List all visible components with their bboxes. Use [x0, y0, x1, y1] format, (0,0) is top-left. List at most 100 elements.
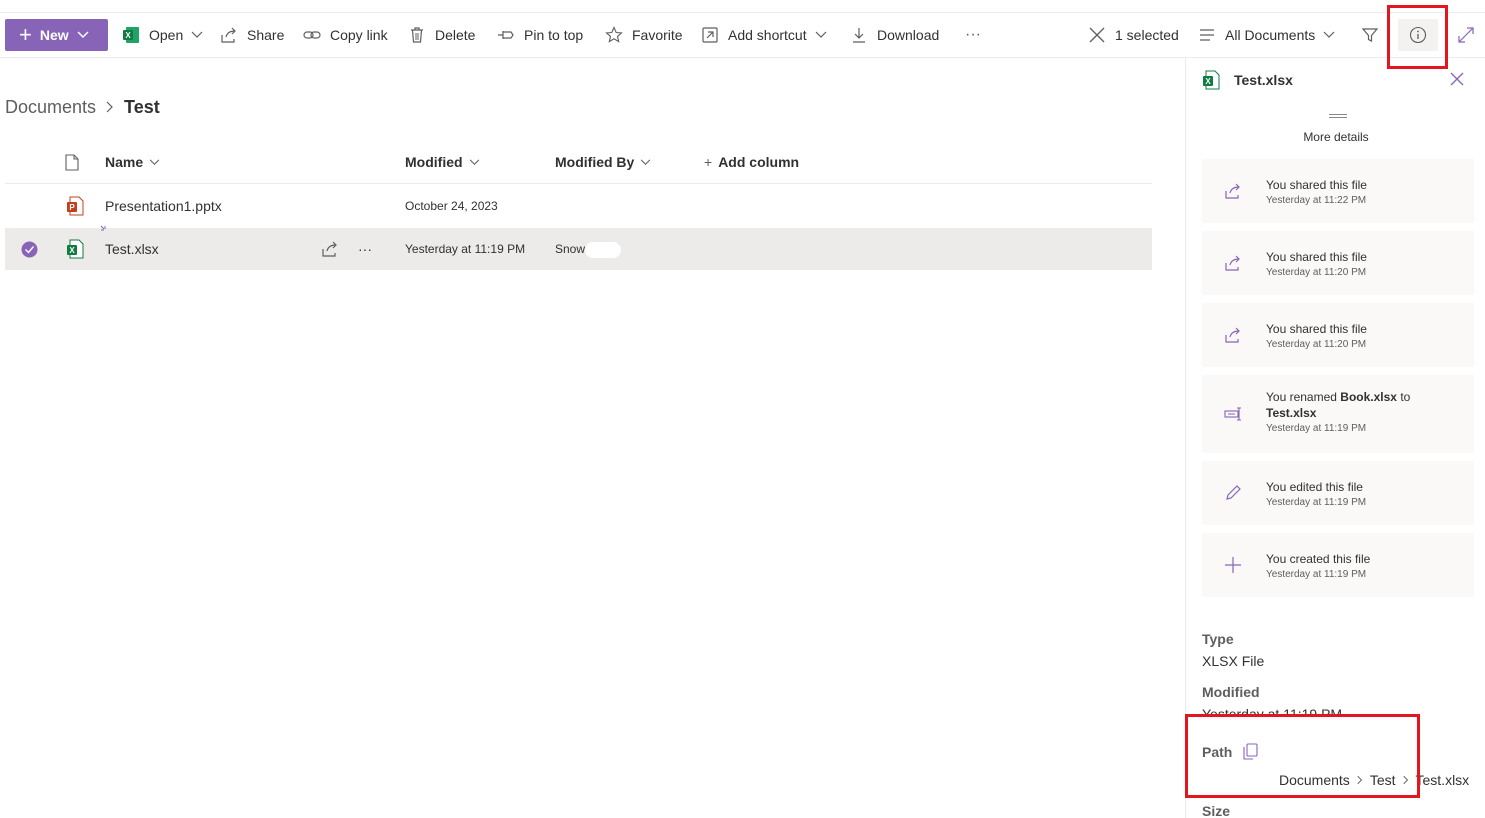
- resize-grip-icon[interactable]: [1329, 114, 1347, 118]
- path-segment: Test.xlsx: [1415, 772, 1470, 788]
- column-modified-label: Modified: [405, 154, 463, 170]
- command-bar: + New X Open Share Copy link Delete Pin …: [0, 12, 1485, 58]
- excel-icon: X: [1202, 70, 1220, 90]
- add-shortcut-button[interactable]: Add shortcut: [701, 13, 827, 57]
- more-label: ···: [965, 26, 981, 43]
- file-name[interactable]: Test.xlsx: [105, 228, 159, 270]
- new-button-label: New: [39, 27, 69, 43]
- share-icon: [220, 26, 238, 44]
- pin-to-top-button[interactable]: Pin to top: [497, 13, 583, 57]
- file-modified: Yesterday at 11:19 PM: [405, 242, 526, 256]
- chevron-down-icon: [191, 31, 203, 39]
- activity-text-prefix: You renamed: [1266, 390, 1341, 404]
- share-icon: [1224, 326, 1242, 344]
- details-pane: X Test.xlsx More details You shared this…: [1185, 58, 1485, 818]
- open-button[interactable]: X Open: [122, 13, 203, 57]
- activity-text: You edited this file: [1266, 480, 1363, 494]
- svg-text:X: X: [69, 246, 75, 255]
- type-label: Type: [1202, 631, 1234, 647]
- activity-text: You shared this file: [1266, 322, 1367, 336]
- link-icon: [303, 26, 321, 44]
- redaction: [585, 242, 621, 258]
- add-column-button[interactable]: + Add column: [704, 154, 799, 170]
- activity-time: Yesterday at 11:20 PM: [1266, 339, 1367, 350]
- type-value: XLSX File: [1202, 653, 1265, 669]
- file-type-column-header[interactable]: [65, 154, 79, 171]
- download-icon: [850, 26, 868, 44]
- activity-item: You edited this file Yesterday at 11:19 …: [1202, 461, 1474, 525]
- delete-button[interactable]: Delete: [408, 13, 475, 57]
- column-modified-by-label: Modified By: [555, 154, 635, 170]
- activity-item: You shared this file Yesterday at 11:20 …: [1202, 303, 1474, 367]
- excel-icon: X: [122, 26, 140, 44]
- filter-button[interactable]: [1361, 13, 1388, 57]
- trash-icon: [408, 26, 426, 44]
- breadcrumb: Documents Test: [5, 95, 160, 119]
- share-icon: [1224, 182, 1242, 200]
- file-modified: October 24, 2023: [405, 199, 498, 213]
- favorite-button[interactable]: Favorite: [605, 13, 683, 57]
- clear-selection-button[interactable]: 1 selected: [1088, 13, 1179, 57]
- add-column-label: Add column: [718, 154, 800, 170]
- selected-count: 1 selected: [1115, 27, 1179, 43]
- file-modified-by[interactable]: Snow: [555, 228, 585, 270]
- list-view-icon: [1198, 26, 1216, 44]
- path-highlight: [1185, 714, 1420, 798]
- star-icon: [605, 26, 623, 44]
- column-header-name[interactable]: Name: [105, 154, 160, 170]
- modified-label: Modified: [1202, 684, 1260, 700]
- activity-item: You shared this file Yesterday at 11:20 …: [1202, 231, 1474, 295]
- more-actions-button[interactable]: ···: [965, 13, 981, 57]
- selected-check-icon[interactable]: [21, 228, 38, 270]
- row-more-button[interactable]: ···: [358, 228, 372, 270]
- expand-button[interactable]: [1457, 13, 1484, 57]
- column-header-modified-by[interactable]: Modified By: [555, 154, 651, 170]
- file-type-icon: [65, 154, 79, 171]
- activity-item: You renamed Book.xlsx to Test.xlsx Yeste…: [1202, 375, 1474, 453]
- activity-text: You created this file: [1266, 552, 1371, 566]
- column-header-modified[interactable]: Modified: [405, 154, 480, 170]
- svg-text:P: P: [69, 203, 75, 212]
- activity-old-name: Book.xlsx: [1340, 390, 1397, 404]
- share-button[interactable]: Share: [220, 13, 284, 57]
- table-row[interactable]: X Test.xlsx ··· Yesterday at 11:19 PM Sn…: [5, 225, 1152, 270]
- activity-time: Yesterday at 11:19 PM: [1266, 423, 1367, 434]
- chevron-down-icon: [815, 31, 827, 39]
- chevron-down-icon: [1323, 31, 1335, 39]
- svg-text:X: X: [125, 31, 131, 40]
- excel-icon: X: [66, 228, 84, 270]
- activity-text: You shared this file: [1266, 250, 1367, 264]
- chevron-down-icon: [149, 159, 160, 166]
- row-share-icon[interactable]: [321, 228, 339, 270]
- pin-label: Pin to top: [524, 27, 584, 43]
- activity-time: Yesterday at 11:19 PM: [1266, 569, 1367, 580]
- close-pane-button[interactable]: [1450, 72, 1464, 86]
- activity-item: You created this file Yesterday at 11:19…: [1202, 533, 1474, 597]
- expand-icon: [1457, 26, 1475, 44]
- shortcut-icon: [701, 26, 719, 44]
- close-icon: [1450, 72, 1464, 86]
- pin-icon: [497, 26, 515, 44]
- column-name-label: Name: [105, 154, 144, 170]
- list-header: Name Modified Modified By + Add column: [5, 142, 1152, 184]
- activity-time: Yesterday at 11:22 PM: [1266, 195, 1367, 206]
- powerpoint-icon: P: [66, 185, 84, 227]
- breadcrumb-current: Test: [124, 96, 160, 117]
- activity-time: Yesterday at 11:19 PM: [1266, 497, 1367, 508]
- new-button[interactable]: + New: [5, 19, 108, 51]
- share-icon: [1224, 254, 1242, 272]
- activity-text-mid: to: [1396, 390, 1411, 404]
- more-details-link[interactable]: More details: [1186, 130, 1485, 144]
- download-label: Download: [877, 27, 940, 43]
- activity-new-name: Test.xlsx: [1266, 406, 1317, 420]
- copy-link-button[interactable]: Copy link: [303, 13, 388, 57]
- details-title: Test.xlsx: [1234, 72, 1293, 88]
- breadcrumb-documents[interactable]: Documents: [5, 97, 96, 118]
- table-row[interactable]: P Presentation1.pptx October 24, 2023: [5, 185, 1152, 227]
- chevron-down-icon: [469, 159, 480, 166]
- view-switcher[interactable]: All Documents: [1198, 13, 1335, 57]
- add-icon: [1224, 556, 1242, 574]
- share-label: Share: [247, 27, 285, 43]
- file-name[interactable]: Presentation1.pptx: [105, 185, 222, 227]
- download-button[interactable]: Download: [850, 13, 939, 57]
